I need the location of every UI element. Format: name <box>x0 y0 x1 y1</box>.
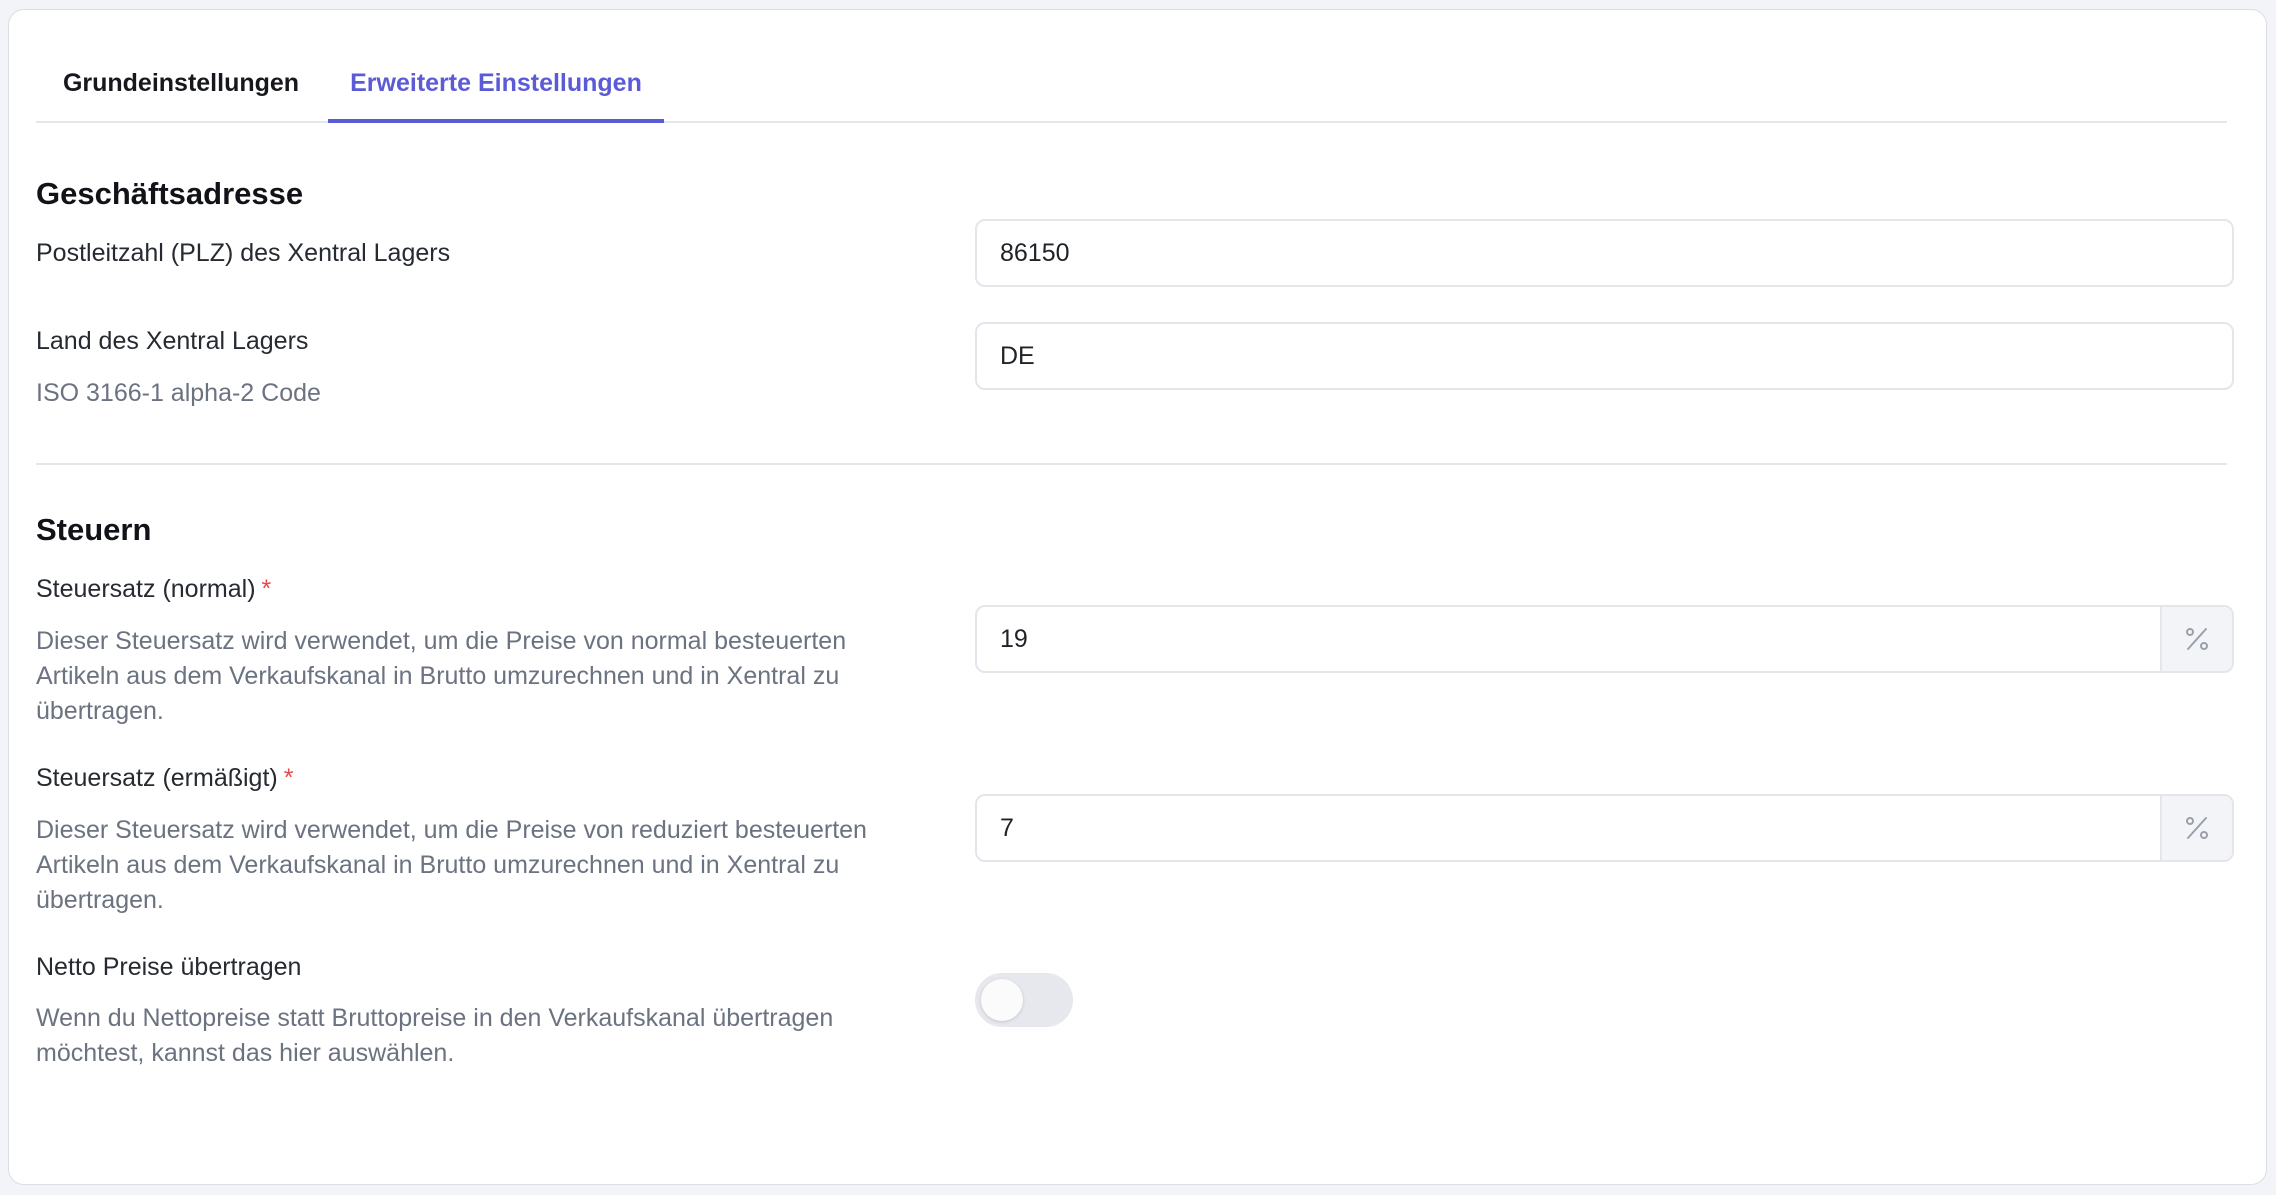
tax-reduced-input[interactable] <box>977 796 2160 860</box>
toggle-knob <box>981 979 1023 1021</box>
country-field[interactable] <box>975 322 2234 390</box>
zip-label: Postleitzahl (PLZ) des Xentral Lagers <box>36 239 451 267</box>
tab-basic-settings[interactable]: Grundeinstellungen <box>36 47 326 123</box>
tax-normal-field[interactable] <box>975 605 2234 673</box>
country-input[interactable] <box>977 324 2232 388</box>
business-address-heading: Geschäftsadresse <box>36 176 304 211</box>
required-marker: * <box>283 764 294 792</box>
tax-normal-help-text: Dieser Steuersatz wird verwendet, um die… <box>36 627 847 725</box>
tax-reduced-help-text: Dieser Steuersatz wird verwendet, um die… <box>36 816 867 914</box>
section-divider <box>36 463 2227 465</box>
country-help-text: ISO 3166-1 alpha-2 Code <box>36 379 321 407</box>
tax-normal-unit-addon <box>2160 607 2232 671</box>
net-prices-label: Netto Preise übertragen <box>36 953 302 981</box>
percent-icon <box>2186 817 2208 839</box>
tax-reduced-field[interactable] <box>975 794 2234 862</box>
tax-normal-label: Steuersatz (normal) * <box>36 575 271 604</box>
tax-normal-label-text: Steuersatz (normal) <box>36 575 256 603</box>
required-marker: * <box>261 575 272 603</box>
percent-icon <box>2186 628 2208 650</box>
net-prices-toggle[interactable] <box>975 973 1073 1027</box>
tax-normal-input[interactable] <box>977 607 2160 671</box>
tab-advanced-settings[interactable]: Erweiterte Einstellungen <box>328 47 664 123</box>
settings-tabs: Grundeinstellungen Erweiterte Einstellun… <box>36 47 2227 123</box>
zip-input[interactable] <box>977 221 2232 285</box>
tax-reduced-unit-addon <box>2160 796 2232 860</box>
taxes-heading: Steuern <box>36 512 152 547</box>
tax-reduced-label-text: Steuersatz (ermäßigt) <box>36 764 278 792</box>
tax-reduced-label: Steuersatz (ermäßigt) * <box>36 764 293 793</box>
zip-field[interactable] <box>975 219 2234 287</box>
country-label: Land des Xentral Lagers <box>36 327 309 355</box>
net-prices-help-text: Wenn du Nettopreise statt Bruttopreise i… <box>36 1004 834 1067</box>
